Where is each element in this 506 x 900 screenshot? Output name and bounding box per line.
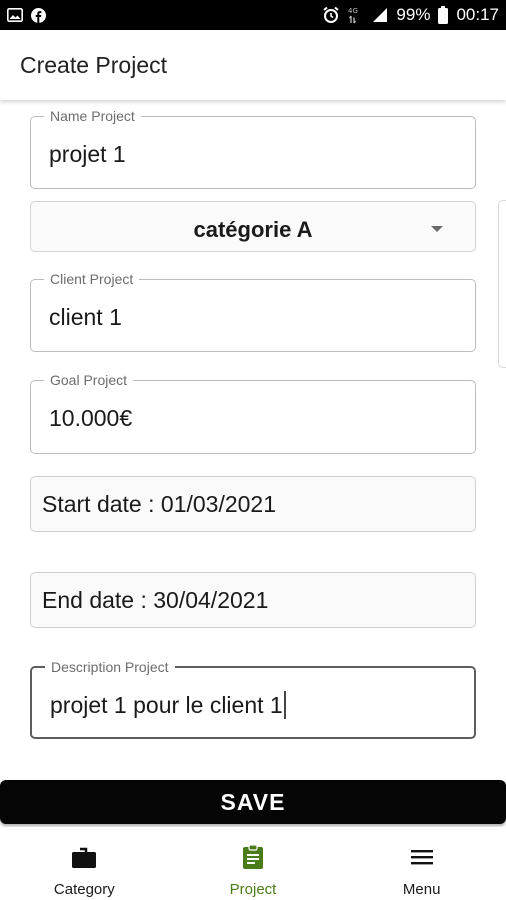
name-project-label: Name Project (44, 108, 141, 124)
facebook-notification-icon (31, 7, 46, 23)
dropdown-arrow-icon (431, 226, 443, 232)
scroll-edge-indicator (498, 200, 506, 368)
goal-project-label: Goal Project (44, 372, 134, 388)
briefcase-icon (71, 844, 97, 875)
nav-label-category: Category (53, 881, 115, 898)
goal-project-value: 10.000€ (49, 405, 133, 431)
nav-item-category[interactable]: Category (0, 827, 169, 900)
bottom-navigation: Category Project Menu (0, 827, 506, 900)
network-4g-icon: 4G (348, 6, 364, 24)
battery-percentage: 99% (396, 5, 431, 24)
client-project-value: client 1 (49, 304, 122, 330)
nav-label-project: Project (229, 881, 277, 898)
clock: 00:17 (456, 5, 499, 24)
page-title: Create Project (20, 51, 168, 78)
nav-item-project[interactable]: Project (169, 827, 338, 900)
client-project-field[interactable]: Client Project client 1 (30, 271, 476, 352)
start-date-button[interactable]: Start date : 01/03/2021 (30, 476, 476, 532)
name-project-field[interactable]: Name Project projet 1 (30, 108, 476, 189)
save-button[interactable]: SAVE (0, 780, 506, 824)
client-project-label: Client Project (44, 271, 140, 287)
description-project-input[interactable]: projet 1 pour le client 1 (50, 691, 286, 719)
svg-text:4G: 4G (348, 7, 358, 15)
goal-project-field[interactable]: Goal Project 10.000€ (30, 372, 476, 454)
status-left (7, 7, 46, 23)
status-right: 4G 99% 00:17 (322, 5, 499, 25)
clipboard-icon (240, 844, 266, 875)
start-date-text: Start date : 01/03/2021 (42, 491, 277, 517)
end-date-button[interactable]: End date : 30/04/2021 (30, 572, 476, 628)
end-date-text: End date : 30/04/2021 (42, 587, 269, 613)
status-bar: 4G 99% 00:17 (0, 0, 506, 30)
gallery-notification-icon (7, 8, 23, 22)
hamburger-menu-icon (409, 844, 435, 875)
name-project-value: projet 1 (49, 141, 126, 167)
description-project-label: Description Project (45, 659, 175, 675)
text-cursor (283, 691, 286, 719)
nav-item-menu[interactable]: Menu (337, 827, 506, 900)
description-project-value: projet 1 pour le client 1 (50, 692, 283, 718)
nav-label-menu: Menu (402, 881, 441, 898)
battery-icon (438, 6, 449, 24)
category-select[interactable]: catégorie A (30, 201, 476, 252)
app-bar: Create Project (0, 30, 506, 100)
alarm-icon (322, 6, 340, 24)
signal-strength-icon (372, 7, 388, 23)
category-select-value: catégorie A (193, 217, 313, 242)
description-project-field[interactable]: Description Project projet 1 pour le cli… (30, 659, 476, 739)
